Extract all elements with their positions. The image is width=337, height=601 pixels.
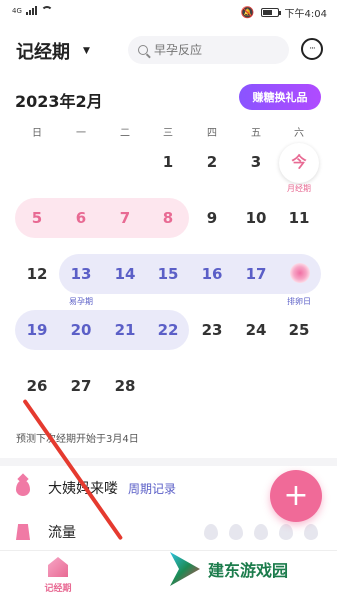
flow-drop-icon[interactable]: [254, 524, 268, 540]
month-title[interactable]: 2023年2月: [15, 88, 103, 112]
ovulation-icon[interactable]: [290, 263, 310, 283]
day-cell[interactable]: 21: [107, 320, 143, 340]
chat-icon[interactable]: ···: [301, 38, 323, 60]
day-cell[interactable]: 3: [238, 152, 274, 172]
day-cell[interactable]: 10: [238, 208, 274, 228]
day-cell[interactable]: 28: [107, 376, 143, 396]
day-cell[interactable]: 25: [281, 320, 317, 340]
period-start-label: 月经期: [287, 184, 311, 193]
mute-bell-icon: 🔕: [240, 6, 255, 19]
status-bar: 4G 🔕 下午4:04: [0, 0, 337, 24]
day-cell[interactable]: 11: [281, 208, 317, 228]
day-cell[interactable]: 16: [194, 264, 230, 284]
day-cell[interactable]: 7: [107, 208, 143, 228]
day-cell[interactable]: 14: [107, 264, 143, 284]
flow-label: 流量: [48, 525, 76, 541]
day-cell[interactable]: 22: [150, 320, 186, 340]
day-cell[interactable]: 1: [150, 152, 186, 172]
add-record-button[interactable]: +: [270, 470, 322, 522]
weekday-2: 二: [120, 128, 130, 139]
day-cell[interactable]: 26: [19, 376, 55, 396]
day-today[interactable]: 今: [281, 152, 317, 172]
pad-icon: [16, 524, 30, 540]
day-cell[interactable]: 19: [19, 320, 55, 340]
app-title[interactable]: 记经期: [16, 38, 70, 64]
chevron-down-icon[interactable]: ▼: [83, 46, 90, 56]
flow-drop-icon[interactable]: [229, 524, 243, 540]
day-cell[interactable]: 8: [150, 208, 186, 228]
weekday-4: 四: [207, 128, 217, 139]
cycle-record-link[interactable]: 周期记录: [128, 480, 176, 497]
status-time: 下午4:04: [284, 9, 327, 20]
home-icon: [48, 557, 68, 577]
flow-drop-icon[interactable]: [304, 524, 318, 540]
search-input[interactable]: [154, 43, 274, 57]
section-divider: [0, 458, 337, 466]
day-cell[interactable]: 27: [63, 376, 99, 396]
day-cell[interactable]: 2: [194, 152, 230, 172]
watermark: 建东游戏园: [170, 552, 288, 586]
status-right: 🔕 下午4:04: [241, 5, 327, 20]
day-cell[interactable]: 12: [19, 264, 55, 284]
day-cell[interactable]: 15: [150, 264, 186, 284]
weekday-0: 日: [32, 128, 42, 139]
day-cell[interactable]: 9: [194, 208, 230, 228]
day-cell[interactable]: 24: [238, 320, 274, 340]
weekday-3: 三: [163, 128, 173, 139]
prediction-text: 预测下次经期开始于3月4日: [16, 434, 139, 445]
search-icon: [138, 45, 148, 55]
day-cell[interactable]: 6: [63, 208, 99, 228]
flow-drop-icon[interactable]: [204, 524, 218, 540]
weekday-5: 五: [251, 128, 261, 139]
day-cell[interactable]: 23: [194, 320, 230, 340]
wifi-icon: [40, 6, 53, 15]
battery-icon: [260, 8, 281, 17]
status-left: 4G: [12, 6, 53, 15]
red-arrow-line: [22, 398, 124, 541]
day-cell[interactable]: 20: [63, 320, 99, 340]
day-cell[interactable]: 17: [238, 264, 274, 284]
day-cell[interactable]: 13: [63, 264, 99, 284]
ovulation-label: 排卵日: [287, 297, 311, 306]
weekday-6: 六: [294, 128, 304, 139]
watermark-text: 建东游戏园: [208, 561, 289, 580]
fertile-period-label: 易孕期: [69, 297, 93, 306]
tab-home-label: 记经期: [44, 584, 72, 594]
search-bar[interactable]: [128, 36, 289, 64]
watermark-logo-icon: [170, 552, 200, 586]
period-record-row[interactable]: 大姨妈来喽 周期记录: [16, 478, 176, 498]
network-type: 4G: [12, 7, 22, 15]
gift-button[interactable]: 赚糖换礼品: [239, 84, 321, 110]
flow-row: 流量: [16, 522, 76, 542]
flow-drop-icon[interactable]: [279, 524, 293, 540]
top-bar: 记经期 ▼ ···: [0, 34, 337, 66]
blood-drop-icon: [16, 480, 30, 496]
weekday-1: 一: [76, 128, 86, 139]
signal-icon: [25, 6, 37, 15]
day-cell[interactable]: 5: [19, 208, 55, 228]
tab-home[interactable]: 记经期: [38, 557, 78, 594]
